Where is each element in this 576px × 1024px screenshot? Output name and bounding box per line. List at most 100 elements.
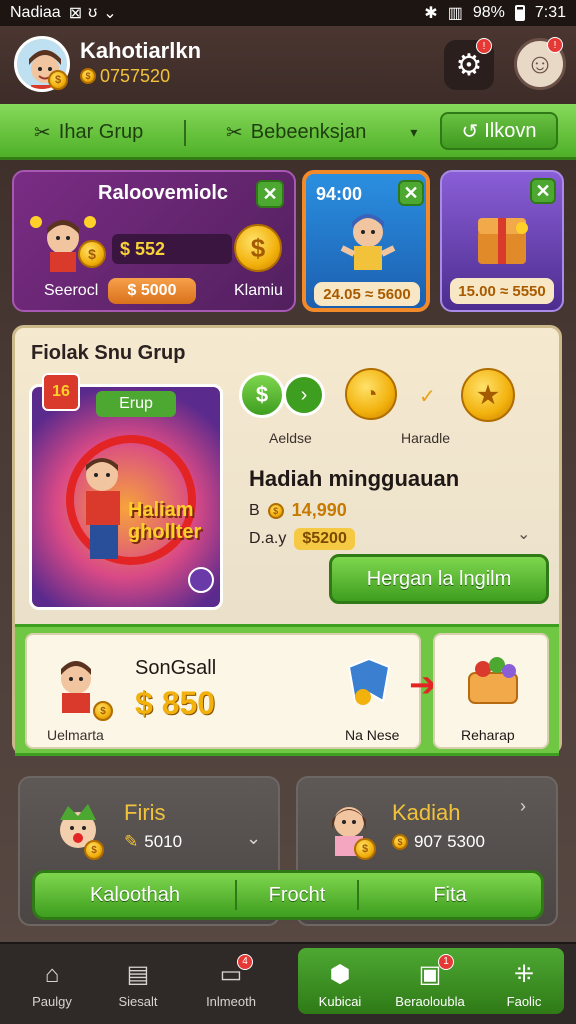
nav-item-grid[interactable]: ⁜ Faolic (484, 944, 564, 1024)
app-screen: Nadiaa ⊠ ʊ ⌄ ✱ ▥ 98% 7:31 $ Kahotiarlkn … (0, 0, 576, 1024)
arrow-right-icon[interactable]: › (283, 374, 325, 416)
low-card-right-value-row: $ 907 5300 (392, 832, 485, 852)
status-bar: Nadiaa ⊠ ʊ ⌄ ✱ ▥ 98% 7:31 (0, 0, 576, 26)
settings-badge: ! (476, 38, 492, 54)
tab-group[interactable]: ✂ Ihar Grup (34, 114, 143, 150)
promo-card-2[interactable]: 94:00 ✕ 24.05 ≈ 5600 (302, 170, 430, 312)
coin-icon: $ (48, 70, 68, 90)
group-image[interactable]: Haliam ghollter 16 Erup (29, 373, 223, 610)
gear-icon: ⚙ (455, 48, 483, 82)
gem-icon (188, 567, 214, 593)
nav-item-leaderboard[interactable]: ▣ 1 Beraoloubla (380, 944, 480, 1024)
face-icon: ☺ (525, 48, 555, 79)
tools-icon: ✂ (226, 121, 243, 144)
signal-icon: ʊ (88, 4, 98, 21)
chevron-down-icon[interactable]: ⌄ (246, 828, 261, 849)
shield-icon: ⬢ (329, 961, 351, 988)
refresh-icon: ↺ (461, 120, 479, 143)
image-caption: Haliam ghollter (128, 499, 201, 543)
close-button[interactable]: ✕ (398, 180, 424, 206)
tab-group-label: Ihar Grup (58, 120, 144, 143)
claim-button[interactable]: Hergan la lngilm (329, 554, 549, 604)
clock: 7:31 (534, 4, 566, 21)
low-card-left-title: Firis (124, 800, 166, 825)
coin-icon: $ (392, 834, 408, 850)
nav-badge: 4 (237, 953, 253, 970)
reward-strip: $ SonGsall $ 850 Uelmarta Na Nese ➔ Reha… (15, 624, 559, 756)
pencil-icon: ✎ (124, 832, 139, 851)
group-panel: Fiolak Snu Grup Haliam ghollter 16 Erup … (12, 325, 562, 756)
join-button-label: Ilkovn (484, 119, 537, 142)
action-button-3[interactable]: Fita (359, 884, 541, 907)
coin-icon: $ (267, 502, 284, 519)
profile-header: $ Kahotiarlkn $ 0757520 ⚙ ! ☺ ! (0, 26, 576, 104)
reward-card[interactable]: $ SonGsall $ 850 Uelmarta Na Nese (25, 633, 421, 749)
prize-row-1-label: B (249, 501, 260, 519)
prize-row-1-value: 14,990 (291, 500, 347, 520)
chevron-down-icon[interactable]: ⌄ (517, 524, 530, 544)
monitor-icon: ▭ 4 (213, 953, 253, 990)
image-caption-line1: Haliam (128, 499, 194, 521)
home-icon: ⌂ (44, 960, 60, 988)
store-icon: ▤ (126, 961, 150, 988)
friends-button[interactable]: ☺ ! (514, 37, 566, 90)
action-bar: Kaloothah Frocht Fita (32, 870, 544, 920)
reward-amount: $ 850 (135, 685, 216, 721)
join-button[interactable]: ↺ Ilkovn (440, 112, 558, 150)
close-icon: ✕ (262, 183, 278, 204)
calendar-icon: 16 (42, 373, 80, 411)
dollar-icon[interactable]: $ (239, 372, 285, 418)
check-icon: ✓ (419, 386, 436, 408)
nav-item-kubicai[interactable]: ⬢ Kubicai (300, 944, 380, 1024)
prize-row-2-value: $5200 (294, 528, 355, 550)
gift-basket-icon (463, 649, 523, 709)
promo-title: Raloovemiolc (98, 182, 229, 204)
gift-card[interactable]: Reharap (433, 633, 549, 749)
low-card-left-value-row: ✎ 5010 (124, 832, 182, 852)
icon-label-right: Haradle (401, 430, 451, 446)
tab-filter[interactable]: ✂ Bebeenksjan ▾ (226, 114, 417, 150)
promo-price: 15.00 ≈ 5550 (450, 278, 554, 304)
reward-middle-label: Na Nese (345, 727, 400, 743)
coin-bag-icon[interactable]: ◔ (345, 368, 397, 420)
promo-footer-right: Klamiu (234, 282, 283, 299)
settings-button[interactable]: ⚙ ! (444, 38, 494, 90)
battery-percent: 98% (472, 4, 505, 21)
group-tag: Erup (96, 391, 176, 417)
coin-balance: 0757520 (100, 66, 171, 86)
low-card-right-title: Kadiah (392, 800, 461, 825)
nav-label: Inlmeoth (206, 993, 256, 1009)
gift-label: Reharap (461, 727, 515, 743)
nav-item-messages[interactable]: ▭ 4 Inlmeoth (186, 944, 276, 1024)
nav-label: Faolic (506, 993, 542, 1009)
coin-icon: $ (234, 224, 282, 272)
nav-badge: 1 (438, 953, 454, 970)
action-button-1[interactable]: Kaloothah (35, 884, 235, 907)
grid-icon: ⁜ (513, 961, 535, 988)
promo-amount: $ 552 (112, 234, 232, 264)
coin-icon: $ (93, 701, 113, 721)
promo-timer: 94:00 (316, 184, 363, 204)
chevron-right-icon[interactable]: › (520, 796, 526, 817)
promo-card-1[interactable]: Raloovemiolc ✕ $ $ 552 $ Seerocl $ 5000 … (12, 170, 296, 312)
close-button[interactable]: ✕ (530, 178, 556, 204)
nav-item-store[interactable]: ▤ Siesalt (98, 944, 178, 1024)
promo-price-pill[interactable]: $ 5000 (108, 278, 196, 304)
image-caption-line2: ghollter (128, 521, 202, 543)
close-button[interactable]: ✕ (256, 180, 284, 208)
promo-card-3[interactable]: ✕ 15.00 ≈ 5550 (440, 170, 564, 312)
chevron-down-icon: ▾ (410, 123, 418, 140)
reward-footer-left: Uelmarta (47, 727, 104, 743)
star-coin-icon[interactable]: ★ (461, 368, 515, 422)
coin-icon: $ (78, 240, 106, 268)
action-button-2[interactable]: Frocht (237, 884, 357, 907)
promo-price: 24.05 ≈ 5600 (314, 282, 420, 306)
notification-icon: ⊠ (68, 5, 83, 22)
nav-item-home[interactable]: ⌂ Paulgy (12, 944, 92, 1024)
nav-label: Paulgy (32, 993, 72, 1009)
prize-title: Hadiah mingguauan (249, 466, 460, 491)
coin-icon: $ (84, 840, 104, 860)
promo-amount-text: $ 552 (120, 238, 166, 259)
prize-row-2: D.a.y $5200 (249, 528, 355, 550)
icon-label-left: Aeldse (269, 430, 312, 446)
